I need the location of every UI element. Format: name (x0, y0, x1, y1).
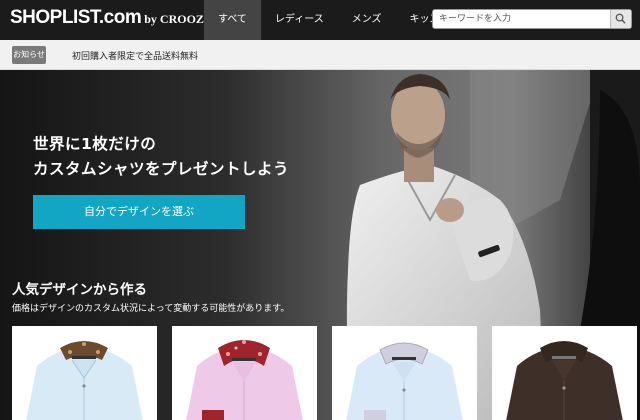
tab-mens[interactable]: メンズ (338, 0, 396, 40)
shirt-image (186, 340, 303, 420)
search-button[interactable] (610, 10, 631, 28)
tab-all[interactable]: すべて (204, 0, 261, 40)
search-input[interactable] (437, 10, 613, 28)
search-box (432, 9, 632, 29)
logo-text: SHOPLIST.com (10, 7, 142, 28)
notice-badge: お知らせ (12, 46, 46, 64)
product-card-light-blue-floral[interactable] (12, 326, 157, 420)
shirt-image (346, 342, 463, 420)
shoplist-logo[interactable]: SHOPLIST.com by CROOZ (10, 7, 204, 29)
shirt-image (26, 341, 143, 420)
product-card-dark-brown[interactable] (492, 326, 637, 420)
hero-headline-line2: カスタムシャツをプレゼントしよう (33, 160, 290, 178)
notice-text[interactable]: 初回購入者限定で全品送料無料 (72, 49, 198, 62)
logo-by-crooz: by CROOZ (144, 12, 204, 26)
tab-ladies[interactable]: レディース (261, 0, 338, 40)
choose-design-button[interactable]: 自分でデザインを選ぶ (33, 195, 245, 229)
hero-headline-line1: 世界に1枚だけの (33, 135, 157, 153)
search-icon (615, 13, 626, 24)
product-card-pink-red-floral[interactable] (172, 326, 317, 420)
popular-designs-title: 人気デザインから作る (12, 282, 147, 298)
category-nav: すべて レディース メンズ キッズ (204, 0, 454, 40)
notice-bar: お知らせ 初回購入者限定で全品送料無料 (0, 40, 640, 70)
price-note: 価格はデザインのカスタム状況によって変動する可能性があります。 (12, 304, 290, 314)
top-header: SHOPLIST.com by CROOZ すべて レディース メンズ キッズ (0, 0, 640, 40)
product-card-blue-contrast-collar[interactable] (332, 326, 477, 420)
hero-headline: 世界に1枚だけの カスタムシャツをプレゼントしよう (33, 132, 289, 182)
shirt-image (506, 341, 623, 420)
hero-banner: 世界に1枚だけの カスタムシャツをプレゼントしよう 自分でデザインを選ぶ 人気デ… (0, 70, 640, 420)
